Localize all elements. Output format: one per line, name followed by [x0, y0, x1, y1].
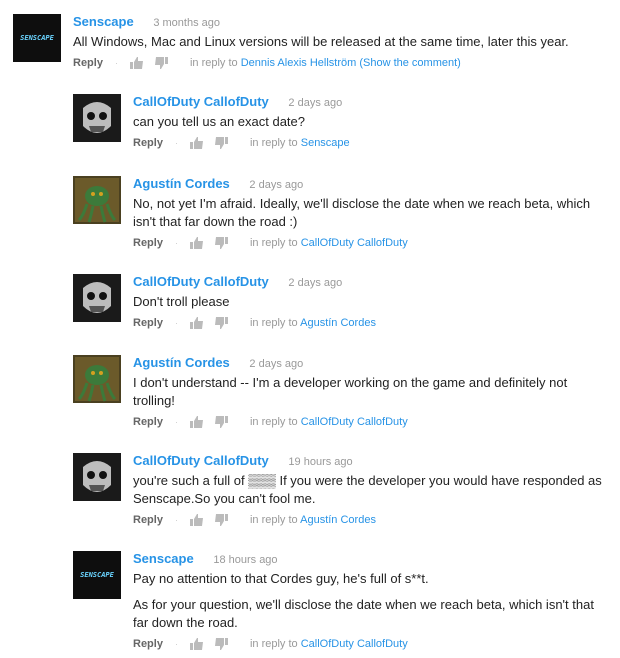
reply-button[interactable]: Reply — [133, 637, 163, 651]
comment-time: 2 days ago — [288, 277, 343, 289]
thumbs-up-icon[interactable] — [189, 237, 204, 249]
reply-button[interactable]: Reply — [73, 56, 103, 70]
comment-text: Don't troll please — [133, 294, 230, 309]
reply-button[interactable]: Reply — [133, 513, 163, 527]
thumbs-up-icon[interactable] — [129, 57, 144, 69]
separator-dot: · — [174, 138, 178, 148]
cthulhu-icon — [73, 355, 121, 403]
reply-target-link[interactable]: CallOfDuty CallofDuty — [301, 638, 408, 650]
avatar[interactable] — [73, 274, 121, 322]
comment-author[interactable]: CallOfDuty CallofDuty — [133, 274, 269, 289]
comment-author[interactable]: CallOfDuty CallofDuty — [133, 453, 269, 468]
comment-text: you're such a full of ▒▒▒ If you were th… — [133, 473, 602, 506]
thumbs-down-icon[interactable] — [214, 514, 228, 526]
separator-dot: · — [174, 515, 178, 525]
thumbs-down-icon[interactable] — [214, 137, 228, 149]
thumbs-up-icon[interactable] — [189, 137, 204, 149]
avatar[interactable] — [73, 355, 121, 403]
separator-dot: · — [174, 318, 178, 328]
comment-author[interactable]: CallOfDuty CallofDuty — [133, 94, 269, 109]
avatar[interactable]: SENSCAPE — [73, 551, 121, 599]
in-reply-to: in reply to CallOfDuty CallofDuty — [249, 237, 408, 249]
thumbs-down-icon[interactable] — [214, 317, 228, 329]
comment-text: can you tell us an exact date? — [133, 114, 306, 129]
comment-author[interactable]: Senscape — [133, 551, 194, 566]
avatar-logo-text: SENSCAPE — [80, 571, 114, 579]
comment-text: No, not yet I'm afraid. Ideally, we'll d… — [133, 196, 591, 229]
avatar[interactable]: SENSCAPE — [13, 14, 61, 62]
thumbs-down-icon[interactable] — [154, 57, 168, 69]
ghost-mask-icon — [73, 94, 121, 142]
ghost-mask-icon — [73, 453, 121, 501]
comment-author[interactable]: Agustín Cordes — [133, 355, 230, 370]
avatar-logo-text: SENSCAPE — [20, 34, 54, 42]
thumbs-up-icon[interactable] — [189, 317, 204, 329]
comment-time: 19 hours ago — [288, 456, 353, 468]
separator-dot: · — [174, 238, 178, 248]
in-reply-to: in reply to Dennis Alexis Hellström (Sho… — [189, 57, 461, 69]
thumbs-down-icon[interactable] — [214, 638, 228, 650]
in-reply-to: in reply to Agustín Cordes — [249, 514, 376, 526]
comment-time: 2 days ago — [288, 97, 343, 109]
comment-author[interactable]: Senscape — [73, 14, 134, 29]
reply-button[interactable]: Reply — [133, 136, 163, 150]
comment-time: 2 days ago — [249, 358, 304, 370]
separator-dot: · — [174, 417, 178, 427]
reply-target-link[interactable]: Agustín Cordes — [300, 514, 376, 526]
reply-target-link[interactable]: Senscape — [301, 137, 350, 149]
avatar[interactable] — [73, 453, 121, 501]
comment-time: 3 months ago — [153, 17, 220, 29]
comment-time: 18 hours ago — [213, 554, 278, 566]
reply-button[interactable]: Reply — [133, 316, 163, 330]
comment-author[interactable]: Agustín Cordes — [133, 176, 230, 191]
reply-target-link[interactable]: CallOfDuty CallofDuty — [301, 237, 408, 249]
in-reply-to: in reply to CallOfDuty CallofDuty — [249, 416, 408, 428]
comment-text: Pay no attention to that Cordes guy, he'… — [133, 571, 594, 630]
separator-dot: · — [174, 639, 178, 649]
in-reply-to: in reply to Senscape — [249, 137, 350, 149]
comment-text: All Windows, Mac and Linux versions will… — [73, 34, 569, 49]
cthulhu-icon — [73, 176, 121, 224]
avatar[interactable] — [73, 176, 121, 224]
reply-target-link[interactable]: Dennis Alexis Hellström — [241, 57, 357, 69]
reply-target-link[interactable]: Agustín Cordes — [300, 317, 376, 329]
comment-time: 2 days ago — [249, 179, 304, 191]
comment-text: I don't understand -- I'm a developer wo… — [133, 375, 568, 408]
reply-target-link[interactable]: CallOfDuty CallofDuty — [301, 416, 408, 428]
show-comment-link[interactable]: (Show the comment) — [359, 57, 460, 69]
thumbs-up-icon[interactable] — [189, 514, 204, 526]
in-reply-to: in reply to Agustín Cordes — [249, 317, 376, 329]
separator-dot: · — [114, 58, 118, 68]
thumbs-up-icon[interactable] — [189, 638, 204, 650]
ghost-mask-icon — [73, 274, 121, 322]
reply-button[interactable]: Reply — [133, 236, 163, 250]
avatar[interactable] — [73, 94, 121, 142]
reply-button[interactable]: Reply — [133, 415, 163, 429]
thumbs-down-icon[interactable] — [214, 416, 228, 428]
in-reply-to: in reply to CallOfDuty CallofDuty — [249, 638, 408, 650]
thumbs-down-icon[interactable] — [214, 237, 228, 249]
thumbs-up-icon[interactable] — [189, 416, 204, 428]
